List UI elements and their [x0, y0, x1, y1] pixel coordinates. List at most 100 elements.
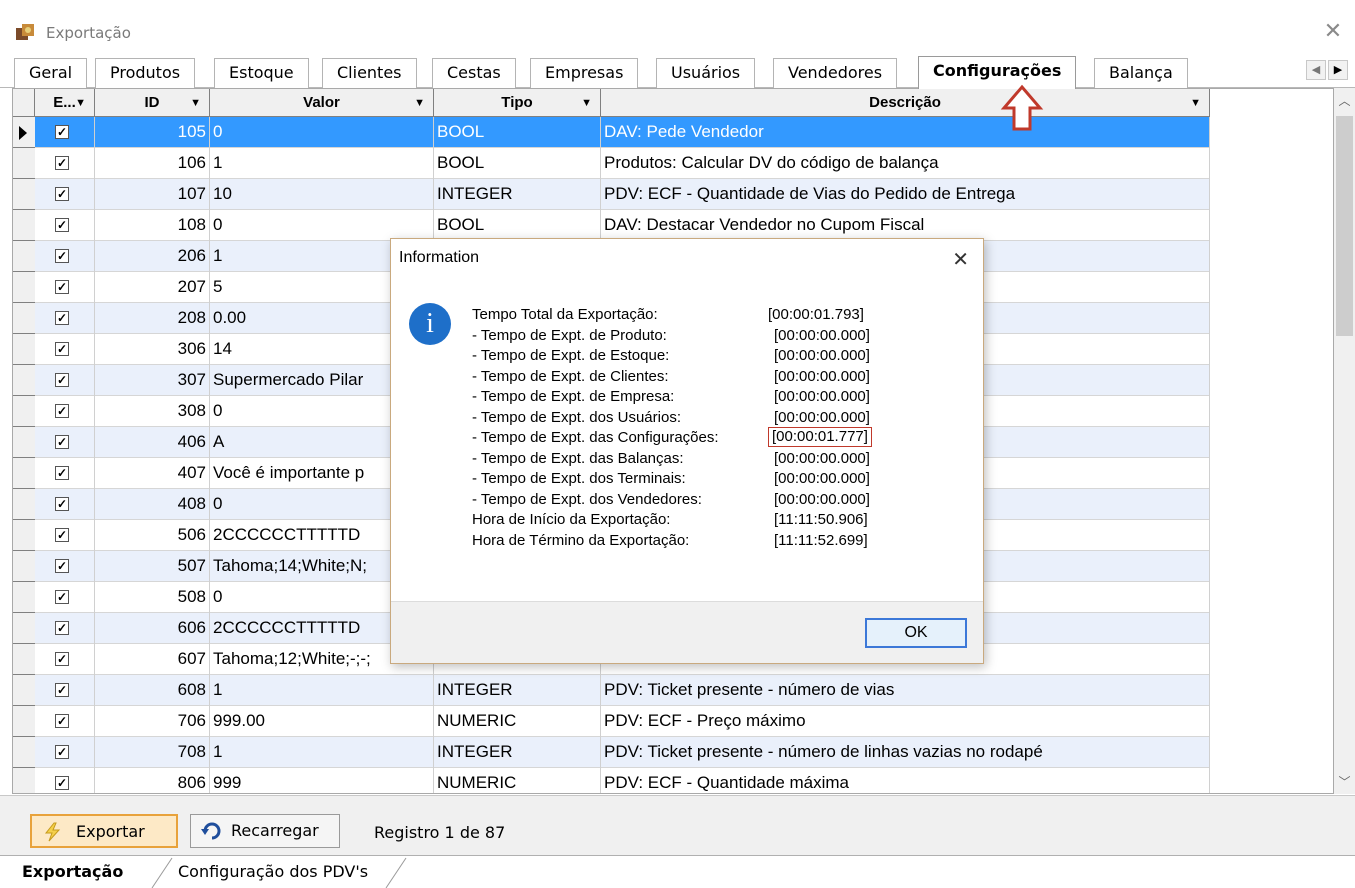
- id-cell[interactable]: 508: [95, 582, 210, 613]
- valor-cell[interactable]: 999: [210, 768, 434, 793]
- enabled-checkbox[interactable]: ✓: [55, 156, 69, 170]
- id-cell[interactable]: 706: [95, 706, 210, 737]
- enabled-checkbox[interactable]: ✓: [55, 497, 69, 511]
- descricao-cell[interactable]: PDV: ECF - Quantidade máxima: [601, 768, 1210, 793]
- exportar-button[interactable]: Exportar: [30, 814, 178, 848]
- id-cell[interactable]: 606: [95, 613, 210, 644]
- header-enabled[interactable]: E... ▼: [35, 89, 95, 117]
- header-tipo[interactable]: Tipo ▼: [434, 89, 601, 117]
- valor-cell[interactable]: 1: [210, 148, 434, 179]
- valor-cell[interactable]: 10: [210, 179, 434, 210]
- id-cell[interactable]: 105: [95, 117, 210, 148]
- id-cell[interactable]: 207: [95, 272, 210, 303]
- header-descricao[interactable]: Descrição ▼: [601, 89, 1210, 117]
- table-row[interactable]: ✓ 107 10 INTEGER PDV: ECF - Quantidade de Vi…: [13, 179, 1210, 210]
- enabled-checkbox[interactable]: ✓: [55, 714, 69, 728]
- row-indicator[interactable]: [13, 582, 35, 613]
- row-indicator[interactable]: [13, 613, 35, 644]
- descricao-cell[interactable]: DAV: Pede Vendedor: [601, 117, 1210, 148]
- id-cell[interactable]: 107: [95, 179, 210, 210]
- id-cell[interactable]: 408: [95, 489, 210, 520]
- valor-cell[interactable]: 1: [210, 675, 434, 706]
- descricao-cell[interactable]: PDV: Ticket presente - número de vias: [601, 675, 1210, 706]
- id-cell[interactable]: 307: [95, 365, 210, 396]
- descricao-cell[interactable]: DAV: Destacar Vendedor no Cupom Fiscal: [601, 210, 1210, 241]
- tipo-cell[interactable]: INTEGER: [434, 737, 601, 768]
- row-indicator[interactable]: [13, 117, 35, 148]
- tipo-cell[interactable]: BOOL: [434, 148, 601, 179]
- tab-configuracao-pdvs[interactable]: Configuração dos PDV's: [162, 856, 384, 888]
- scrollbar-thumb[interactable]: [1336, 116, 1353, 336]
- descricao-cell[interactable]: PDV: ECF - Quantidade de Vias do Pedido …: [601, 179, 1210, 210]
- recarregar-button[interactable]: Recarregar: [190, 814, 340, 848]
- row-indicator[interactable]: [13, 737, 35, 768]
- id-cell[interactable]: 507: [95, 551, 210, 582]
- enabled-checkbox[interactable]: ✓: [55, 125, 69, 139]
- enabled-checkbox[interactable]: ✓: [55, 621, 69, 635]
- enabled-checkbox[interactable]: ✓: [55, 280, 69, 294]
- table-row[interactable]: ✓ 806 999 NUMERIC PDV: ECF - Quantidade máxi…: [13, 768, 1210, 793]
- enabled-checkbox[interactable]: ✓: [55, 776, 69, 790]
- tipo-cell[interactable]: BOOL: [434, 117, 601, 148]
- enabled-checkbox[interactable]: ✓: [55, 745, 69, 759]
- enabled-checkbox[interactable]: ✓: [55, 683, 69, 697]
- enabled-checkbox[interactable]: ✓: [55, 528, 69, 542]
- tab-vendedores[interactable]: Vendedores: [773, 58, 898, 88]
- header-id[interactable]: ID ▼: [95, 89, 210, 117]
- scroll-down-icon[interactable]: ﹀: [1334, 773, 1355, 790]
- close-icon[interactable]: ✕: [952, 247, 969, 271]
- id-cell[interactable]: 806: [95, 768, 210, 793]
- row-indicator[interactable]: [13, 210, 35, 241]
- enabled-checkbox[interactable]: ✓: [55, 466, 69, 480]
- tipo-cell[interactable]: INTEGER: [434, 179, 601, 210]
- enabled-checkbox[interactable]: ✓: [55, 249, 69, 263]
- tab-clientes[interactable]: Clientes: [322, 58, 417, 88]
- tab-balanca[interactable]: Balança: [1094, 58, 1188, 88]
- descricao-cell[interactable]: Produtos: Calcular DV do código de balan…: [601, 148, 1210, 179]
- tipo-cell[interactable]: NUMERIC: [434, 706, 601, 737]
- row-indicator[interactable]: [13, 365, 35, 396]
- dropdown-arrow-icon[interactable]: ▼: [581, 89, 592, 117]
- tab-produtos[interactable]: Produtos: [95, 58, 196, 88]
- tipo-cell[interactable]: BOOL: [434, 210, 601, 241]
- tab-exportacao[interactable]: Exportação: [6, 856, 139, 888]
- dropdown-arrow-icon[interactable]: ▼: [190, 89, 201, 117]
- row-indicator[interactable]: [13, 675, 35, 706]
- row-indicator[interactable]: [13, 241, 35, 272]
- dropdown-arrow-icon[interactable]: ▼: [75, 89, 86, 117]
- enabled-checkbox[interactable]: ✓: [55, 218, 69, 232]
- enabled-checkbox[interactable]: ✓: [55, 590, 69, 604]
- table-row[interactable]: ✓ 706 999.00 NUMERIC PDV: ECF - Preço máximo: [13, 706, 1210, 737]
- tab-usuarios[interactable]: Usuários: [656, 58, 756, 88]
- row-indicator[interactable]: [13, 148, 35, 179]
- id-cell[interactable]: 206: [95, 241, 210, 272]
- valor-cell[interactable]: 999.00: [210, 706, 434, 737]
- row-indicator[interactable]: [13, 458, 35, 489]
- id-cell[interactable]: 506: [95, 520, 210, 551]
- row-indicator[interactable]: [13, 396, 35, 427]
- tab-scroll-left-icon[interactable]: ◀: [1306, 60, 1326, 80]
- row-indicator[interactable]: [13, 706, 35, 737]
- row-indicator[interactable]: [13, 768, 35, 793]
- table-row[interactable]: ✓ 108 0 BOOL DAV: Destacar Vendedor no Cupom…: [13, 210, 1210, 241]
- row-indicator[interactable]: [13, 489, 35, 520]
- enabled-checkbox[interactable]: ✓: [55, 373, 69, 387]
- enabled-checkbox[interactable]: ✓: [55, 187, 69, 201]
- tab-empresas[interactable]: Empresas: [530, 58, 639, 88]
- table-row[interactable]: ✓ 708 1 INTEGER PDV: Ticket presente - númer…: [13, 737, 1210, 768]
- dropdown-arrow-icon[interactable]: ▼: [414, 89, 425, 117]
- row-indicator[interactable]: [13, 334, 35, 365]
- enabled-checkbox[interactable]: ✓: [55, 652, 69, 666]
- id-cell[interactable]: 106: [95, 148, 210, 179]
- scroll-up-icon[interactable]: ︿: [1334, 92, 1355, 109]
- id-cell[interactable]: 608: [95, 675, 210, 706]
- tipo-cell[interactable]: INTEGER: [434, 675, 601, 706]
- table-row[interactable]: ✓ 106 1 BOOL Produtos: Calcular DV do código…: [13, 148, 1210, 179]
- id-cell[interactable]: 108: [95, 210, 210, 241]
- close-icon[interactable]: ✕: [1321, 20, 1345, 44]
- tab-geral[interactable]: Geral: [14, 58, 88, 88]
- id-cell[interactable]: 407: [95, 458, 210, 489]
- id-cell[interactable]: 607: [95, 644, 210, 675]
- tipo-cell[interactable]: NUMERIC: [434, 768, 601, 793]
- row-indicator[interactable]: [13, 551, 35, 582]
